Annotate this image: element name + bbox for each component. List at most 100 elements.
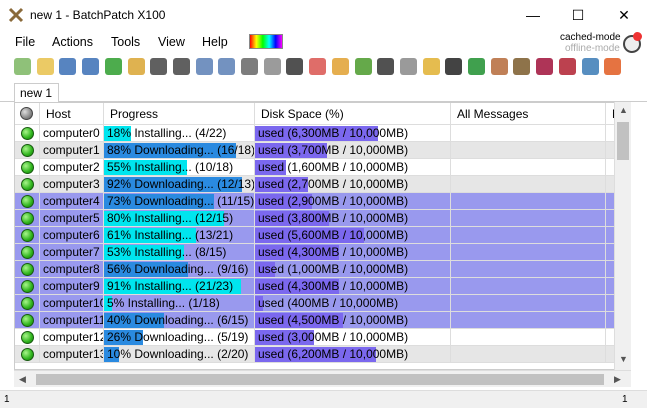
unlock-icon[interactable] — [422, 58, 440, 75]
horizontal-scrollbar[interactable]: ◀ ▶ — [14, 370, 631, 387]
progress-text: 5% Installing... (1/18) — [107, 296, 220, 310]
schedule-icon[interactable] — [218, 58, 236, 75]
menu-view[interactable]: View — [158, 35, 185, 49]
table-row[interactable]: computer8 56% Downloading... (9/16) used (… — [15, 261, 626, 278]
pin-icon[interactable] — [286, 58, 304, 75]
scroll-down-icon[interactable]: ▼ — [619, 354, 628, 364]
table-row[interactable]: computer11 40% Downloading... (6/15) used … — [15, 312, 626, 329]
progress-gear-icon[interactable] — [468, 58, 485, 75]
header-progress[interactable]: Progress — [104, 103, 255, 125]
disk-space-cell: used (3,700MB / 10,000MB) — [255, 142, 451, 159]
progress-text: 55% Installing... (10/18) — [107, 160, 234, 174]
host-name: computer11 — [43, 313, 104, 327]
progress-cell: 18% Installing... (4/22) — [104, 125, 255, 142]
disk-space-cell: used (1,000MB / 10,000MB) — [255, 261, 451, 278]
table-row[interactable]: computer6 61% Installing... (13/21) used (… — [15, 227, 626, 244]
header-host[interactable]: Host — [40, 103, 104, 125]
host-cell: computer6 — [40, 227, 104, 244]
package-icon[interactable] — [490, 58, 508, 75]
table-row[interactable]: computer5 80% Installing... (12/15) used (… — [15, 210, 626, 227]
host-cell: computer13 — [40, 346, 104, 363]
scroll-up-icon[interactable]: ▲ — [619, 105, 628, 115]
table-row[interactable]: computer0 18% Installing... (4/22) used (6… — [15, 125, 626, 142]
open-folder-icon[interactable] — [36, 58, 54, 75]
all-messages-cell — [451, 125, 606, 142]
globe-icon[interactable] — [581, 58, 599, 75]
host-name: computer8 — [43, 262, 100, 276]
title-bar: new 1 - BatchPatch X100 — ☐ ✕ — [0, 0, 647, 31]
refresh-icon[interactable] — [354, 58, 372, 75]
computers-icon[interactable] — [195, 58, 213, 75]
progress-text: 92% Downloading... (12/13) — [107, 177, 255, 191]
table-row[interactable]: computer10 5% Installing... (1/18) used (4… — [15, 295, 626, 312]
maximize-button[interactable]: ☐ — [555, 0, 601, 31]
table-row[interactable]: computer2 55% Installing... (10/18) used (… — [15, 159, 626, 176]
stop-icon[interactable] — [172, 58, 190, 75]
close-button[interactable]: ✕ — [601, 0, 647, 31]
diamond-icon[interactable] — [309, 58, 327, 75]
hosts-grid[interactable]: Host Progress Disk Space (%) All Message… — [14, 102, 631, 370]
host-cell: computer12 — [40, 329, 104, 346]
tab-new-1[interactable]: new 1 — [14, 83, 59, 103]
color-palette-icon[interactable] — [249, 34, 283, 49]
monitor-icon[interactable] — [241, 58, 258, 75]
minimize-button[interactable]: — — [510, 0, 556, 31]
terminal-icon[interactable] — [536, 58, 554, 75]
power-icon[interactable] — [377, 58, 395, 75]
progress-text: 53% Installing... (8/15) — [107, 245, 227, 259]
group-icon[interactable] — [127, 58, 145, 75]
new-grid-icon[interactable] — [14, 58, 31, 75]
status-header-icon — [20, 107, 33, 120]
all-messages-cell — [451, 295, 606, 312]
disk-space-cell: used (2,700MB / 10,000MB) — [255, 176, 451, 193]
scroll-left-icon[interactable]: ◀ — [19, 374, 26, 385]
reboot-icon[interactable] — [399, 58, 417, 75]
save-icon[interactable] — [59, 58, 77, 75]
add-hosts-icon[interactable] — [104, 58, 122, 75]
all-messages-cell — [451, 176, 606, 193]
tab-strip — [0, 80, 647, 102]
report-icon[interactable] — [558, 58, 576, 75]
disk-space-cell: used (6,300MB / 10,000MB) — [255, 125, 451, 142]
scroll-right-icon[interactable]: ▶ — [614, 374, 621, 385]
play-icon[interactable] — [150, 58, 168, 75]
disk-space-cell: used (2,900MB / 10,000MB) — [255, 193, 451, 210]
tools-x-icon[interactable] — [604, 58, 622, 75]
header-disk-space[interactable]: Disk Space (%) — [255, 103, 451, 125]
table-row[interactable]: computer12 26% Downloading... (5/19) used … — [15, 329, 626, 346]
table-row[interactable]: computer7 53% Installing... (8/15) used (4… — [15, 244, 626, 261]
checklist-icon[interactable] — [513, 58, 531, 75]
header-all-messages[interactable]: All Messages — [451, 103, 606, 125]
horizontal-scroll-thumb[interactable] — [36, 374, 604, 385]
header-status[interactable] — [15, 103, 40, 125]
vertical-scrollbar[interactable]: ▲ ▼ — [614, 102, 631, 370]
table-row[interactable]: computer3 92% Downloading... (12/13) used … — [15, 176, 626, 193]
window-title: new 1 - BatchPatch X100 — [30, 8, 166, 22]
table-row[interactable]: computer1 88% Downloading... (16/18) used … — [15, 142, 626, 159]
deploy-icon[interactable] — [263, 58, 281, 75]
disk-space-text: used (4,300MB / 10,000MB) — [258, 279, 409, 293]
host-name: computer0 — [43, 126, 100, 140]
online-status-icon — [21, 195, 34, 208]
menu-tools[interactable]: Tools — [111, 35, 140, 49]
table-row[interactable]: computer13 10% Downloading... (2/20) used … — [15, 346, 626, 363]
all-messages-cell — [451, 210, 606, 227]
table-row[interactable]: computer4 73% Downloading... (11/15) used … — [15, 193, 626, 210]
cached-mode-label: cached-mode — [560, 32, 621, 43]
search-icon[interactable] — [331, 58, 349, 75]
disk-space-cell: used (5,600MB / 10,000MB) — [255, 227, 451, 244]
host-cell: computer3 — [40, 176, 104, 193]
table-row[interactable]: computer9 91% Installing... (21/23) used (… — [15, 278, 626, 295]
progress-cell: 40% Downloading... (6/15) — [104, 312, 255, 329]
menu-help[interactable]: Help — [202, 35, 228, 49]
gear-icon[interactable] — [445, 58, 463, 75]
disk-space-text: used (3,700MB / 10,000MB) — [258, 143, 409, 157]
host-name: computer1 — [43, 143, 100, 157]
menu-actions[interactable]: Actions — [52, 35, 93, 49]
menu-file[interactable]: File — [15, 35, 35, 49]
save-all-icon[interactable] — [82, 58, 100, 75]
vertical-scroll-thumb[interactable] — [617, 122, 629, 160]
disk-space-text: used (5,600MB / 10,000MB) — [258, 228, 409, 242]
status-cell — [15, 346, 40, 363]
progress-text: 56% Downloading... (9/16) — [107, 262, 249, 276]
